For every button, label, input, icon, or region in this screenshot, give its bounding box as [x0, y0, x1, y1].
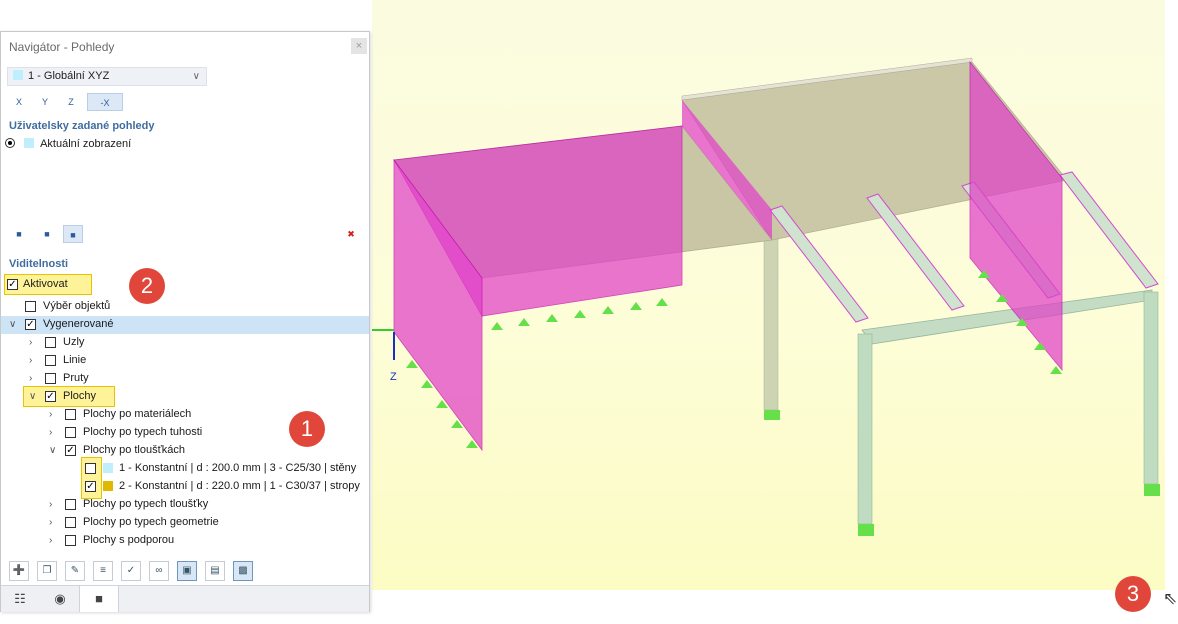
camera-add-icon[interactable]: ■: [9, 225, 29, 243]
add-visibility-icon[interactable]: ➕: [9, 561, 29, 581]
lines-checkbox[interactable]: [45, 355, 56, 366]
chevron-down-icon[interactable]: ∨: [29, 388, 36, 405]
callout-badge-2: 2: [129, 268, 165, 304]
link-icon[interactable]: ∞: [149, 561, 169, 581]
chevron-down-icon: ∨: [192, 71, 200, 82]
current-view-item[interactable]: Aktuální zobrazení: [5, 136, 131, 153]
object-selection-checkbox[interactable]: [25, 301, 36, 312]
chevron-right-icon[interactable]: ›: [49, 532, 52, 549]
generated-checkbox[interactable]: ✓: [25, 319, 36, 330]
model-viewport[interactable]: Z: [372, 0, 1165, 590]
by-stiffness-checkbox[interactable]: [65, 427, 76, 438]
view-selector[interactable]: 1 - Globální XYZ ∨: [7, 67, 207, 86]
chevron-right-icon[interactable]: ›: [29, 352, 32, 369]
chevron-down-icon[interactable]: ∨: [9, 316, 16, 333]
close-icon[interactable]: ×: [351, 38, 367, 54]
chevron-right-icon[interactable]: ›: [29, 370, 32, 387]
check-all-icon[interactable]: ✓: [121, 561, 141, 581]
view-color-icon: [24, 138, 35, 148]
members-checkbox[interactable]: [45, 373, 56, 384]
camera-icon[interactable]: ■: [37, 225, 57, 243]
view-selector-value: 1 - Globální XYZ: [28, 70, 110, 82]
surfaces-checkbox[interactable]: ✓: [45, 391, 56, 402]
with-support-checkbox[interactable]: [65, 535, 76, 546]
view-z-axis-icon[interactable]: Z: [61, 93, 81, 111]
user-views-header: Uživatelsky zadané pohledy: [9, 120, 155, 132]
navigator-panel: Navigátor - Pohledy × 1 - Globální XYZ ∨…: [0, 31, 370, 612]
view-y-axis-icon[interactable]: Y: [35, 93, 55, 111]
view-x-axis-icon[interactable]: X: [9, 93, 29, 111]
structure-model: Z: [372, 57, 1160, 536]
camera-delete-icon[interactable]: ✖: [341, 225, 361, 243]
by-geometry-checkbox[interactable]: [65, 517, 76, 528]
chevron-down-icon[interactable]: ∨: [49, 442, 56, 459]
navigator-title: Navigátor - Pohledy: [9, 40, 115, 54]
tab-display-eye-icon[interactable]: ◉: [41, 586, 79, 612]
activate-checkbox[interactable]: ✓: [7, 279, 18, 290]
mouse-pointer-icon: ⇖: [1163, 589, 1178, 608]
z-axis-label: Z: [390, 371, 397, 383]
chevron-right-icon[interactable]: ›: [49, 496, 52, 513]
callout-badge-1: 1: [289, 411, 325, 447]
thickness-1-checkbox[interactable]: [85, 463, 96, 474]
thickness-2-checkbox[interactable]: ✓: [85, 481, 96, 492]
copy-visibility-icon[interactable]: ❐: [37, 561, 57, 581]
by-material-checkbox[interactable]: [65, 409, 76, 420]
by-thickness-checkbox[interactable]: ✓: [65, 445, 76, 456]
tab-data-icon[interactable]: ☷: [1, 586, 39, 612]
tab-views-camera-icon[interactable]: ■: [79, 586, 119, 612]
visibility-header: Viditelnosti: [9, 258, 69, 270]
thickness-2-color-icon: [103, 481, 113, 491]
current-view-label: Aktuální zobrazení: [40, 138, 132, 150]
display-settings-icon[interactable]: ▩: [233, 561, 253, 581]
camera-settings-icon[interactable]: ■: [63, 225, 83, 243]
filter-visibility-icon[interactable]: ≡: [93, 561, 113, 581]
chevron-right-icon[interactable]: ›: [49, 424, 52, 441]
nodes-checkbox[interactable]: [45, 337, 56, 348]
by-thickness-type-checkbox[interactable]: [65, 499, 76, 510]
callout-badge-3: 3: [1115, 576, 1151, 612]
navigator-tabs: ☷ ◉ ■: [1, 585, 369, 612]
radio-selected-icon[interactable]: [5, 138, 15, 148]
layers-icon[interactable]: ▣: [177, 561, 197, 581]
view-minus-x-axis-icon[interactable]: -X: [87, 93, 123, 111]
chevron-right-icon[interactable]: ›: [49, 406, 52, 423]
view-color-swatch: [13, 70, 23, 80]
thickness-1-color-icon: [103, 463, 113, 473]
edit-visibility-icon[interactable]: ✎: [65, 561, 85, 581]
chevron-right-icon[interactable]: ›: [49, 514, 52, 531]
overlay-icon[interactable]: ▤: [205, 561, 225, 581]
chevron-right-icon[interactable]: ›: [29, 334, 32, 351]
